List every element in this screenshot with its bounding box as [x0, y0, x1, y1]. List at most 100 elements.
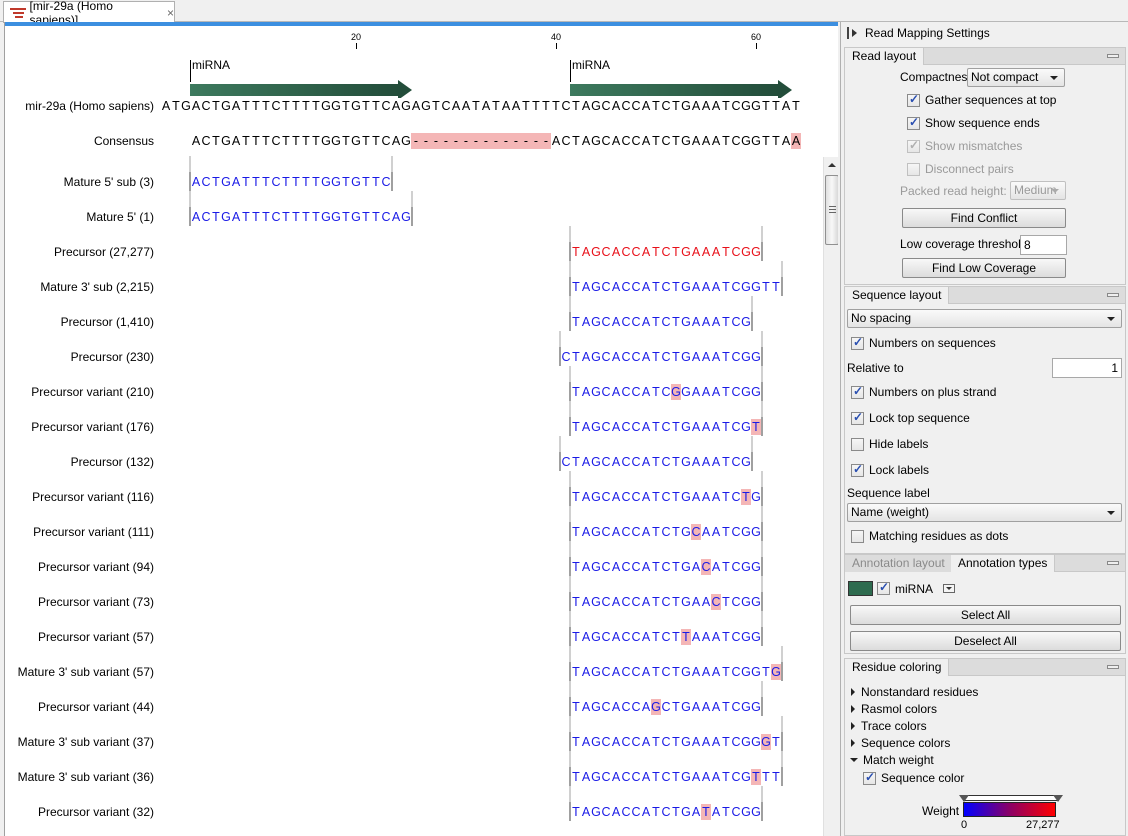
residue: G — [751, 525, 761, 539]
gradient-min-handle[interactable] — [959, 795, 969, 802]
read-end-marker — [761, 557, 763, 576]
residue: C — [631, 455, 641, 469]
read-start-marker — [569, 557, 571, 576]
panel-title: Read Mapping Settings — [865, 26, 990, 40]
residue: C — [561, 99, 571, 113]
tab-read-layout[interactable]: Read layout — [845, 48, 925, 65]
sequence-residues: TAGCACCATCTTAAATCGG — [5, 629, 825, 645]
residue: T — [652, 595, 660, 609]
residue: A — [511, 99, 521, 113]
residue: T — [672, 665, 680, 679]
show-ends-label: Show sequence ends — [925, 116, 1040, 130]
hide-labels-checkbox[interactable]: Hide labels — [851, 437, 928, 451]
residue: T — [652, 350, 660, 364]
gradient-max-handle[interactable] — [1053, 795, 1063, 802]
tab-annotation-layout[interactable]: Annotation layout — [845, 555, 953, 572]
residue: A — [391, 210, 401, 224]
residue: C — [731, 315, 741, 329]
rasmol-colors-item[interactable]: Rasmol colors — [851, 702, 937, 716]
residue: G — [681, 770, 691, 784]
numbers-on-plus-strand-checkbox[interactable]: Numbers on plus strand — [851, 384, 996, 399]
lock-top-sequence-checkbox[interactable]: Lock top sequence — [851, 410, 970, 425]
residue: G — [651, 699, 661, 715]
minimize-icon[interactable] — [1107, 665, 1119, 669]
matching-residues-dots-checkbox[interactable]: Matching residues as dots — [851, 529, 1008, 543]
sequence-label-select[interactable]: Name (weight) — [847, 503, 1122, 522]
residue: C — [621, 490, 631, 504]
residue: G — [591, 350, 601, 364]
residue: C — [711, 594, 721, 610]
mirna-checkbox[interactable] — [877, 580, 890, 595]
residue: T — [652, 560, 660, 574]
residue: G — [591, 630, 601, 644]
annotation-tick — [570, 60, 571, 82]
residue: T — [722, 560, 730, 574]
vertical-scrollbar[interactable] — [823, 157, 838, 836]
dropdown-menu-icon[interactable] — [943, 584, 955, 593]
residue: - — [451, 133, 461, 149]
packed-read-height-select[interactable]: Medium — [1010, 181, 1066, 200]
residue: C — [601, 805, 611, 819]
gradient-slider-track[interactable] — [963, 795, 1059, 801]
tab-annotation-types[interactable]: Annotation types — [951, 555, 1056, 572]
nonstandard-residues-item[interactable]: Nonstandard residues — [851, 685, 978, 699]
residue: A — [641, 99, 651, 113]
read-layout-section: Read layout Compactness Not compact Gath… — [844, 47, 1126, 285]
gather-sequences-checkbox[interactable]: Gather sequences at top — [907, 92, 1056, 107]
residue: T — [242, 134, 250, 148]
residue: A — [581, 665, 591, 679]
residue: T — [762, 280, 770, 294]
residue: A — [701, 735, 711, 749]
residue: A — [641, 735, 651, 749]
residue: C — [731, 805, 741, 819]
alignment-view[interactable]: 20 40 60 miRNA miRNA mir-29a (Homo sapiens)… — [4, 22, 838, 836]
residue: C — [621, 595, 631, 609]
scroll-up-arrow-icon[interactable] — [828, 163, 836, 167]
residue: A — [691, 560, 701, 574]
residue: G — [671, 384, 681, 400]
annotation-section: Annotation layout Annotation types miRNA… — [844, 554, 1126, 654]
residue: T — [652, 805, 660, 819]
deselect-all-button[interactable]: Deselect All — [850, 631, 1121, 651]
close-icon[interactable]: × — [167, 6, 174, 20]
show-mismatches-checkbox[interactable]: Show mismatches — [907, 138, 1022, 153]
residue: C — [731, 560, 741, 574]
sequence-color-checkbox[interactable]: Sequence color — [863, 770, 964, 785]
tab-sequence-layout[interactable]: Sequence layout — [845, 287, 950, 304]
residue: C — [731, 665, 741, 679]
residue: C — [601, 770, 611, 784]
residue: T — [212, 134, 220, 148]
annotation-label: miRNA — [572, 58, 610, 72]
numbers-on-sequences-checkbox[interactable]: Numbers on sequences — [851, 335, 996, 350]
residue: A — [701, 280, 711, 294]
find-conflict-button[interactable]: Find Conflict — [902, 208, 1066, 228]
minimize-icon[interactable] — [1107, 293, 1119, 297]
editor-tab[interactable]: [mir-29a (Homo sapiens)] × — [3, 0, 175, 27]
spacing-select[interactable]: No spacing — [847, 309, 1122, 328]
trace-colors-item[interactable]: Trace colors — [851, 719, 927, 733]
relative-to-input[interactable]: 1 — [1052, 358, 1122, 378]
residue: A — [611, 700, 621, 714]
minimize-icon[interactable] — [1107, 561, 1119, 565]
residue: A — [581, 350, 591, 364]
scrollbar-thumb[interactable] — [825, 175, 838, 245]
residue: T — [772, 770, 780, 784]
lock-labels-checkbox[interactable]: Lock labels — [851, 462, 929, 477]
show-sequence-ends-checkbox[interactable]: Show sequence ends — [907, 115, 1040, 130]
select-all-button[interactable]: Select All — [850, 605, 1121, 625]
read-end-marker — [761, 592, 763, 611]
annotation-color-swatch[interactable] — [848, 581, 873, 596]
residue: T — [672, 490, 680, 504]
residue: C — [621, 385, 631, 399]
disconnect-pairs-checkbox[interactable]: Disconnect pairs — [907, 162, 1014, 176]
read-extent-line — [569, 296, 571, 312]
minimize-icon[interactable] — [1107, 54, 1119, 58]
panel-header[interactable]: Read Mapping Settings — [841, 22, 1128, 44]
sequence-colors-item[interactable]: Sequence colors — [851, 736, 950, 750]
tab-residue-coloring[interactable]: Residue coloring — [845, 659, 950, 676]
compactness-select[interactable]: Not compact — [967, 68, 1065, 87]
residue: A — [611, 560, 621, 574]
match-weight-item[interactable]: Match weight — [850, 753, 934, 767]
find-low-coverage-button[interactable]: Find Low Coverage — [902, 258, 1066, 278]
low-coverage-input[interactable]: 8 — [1020, 235, 1067, 255]
